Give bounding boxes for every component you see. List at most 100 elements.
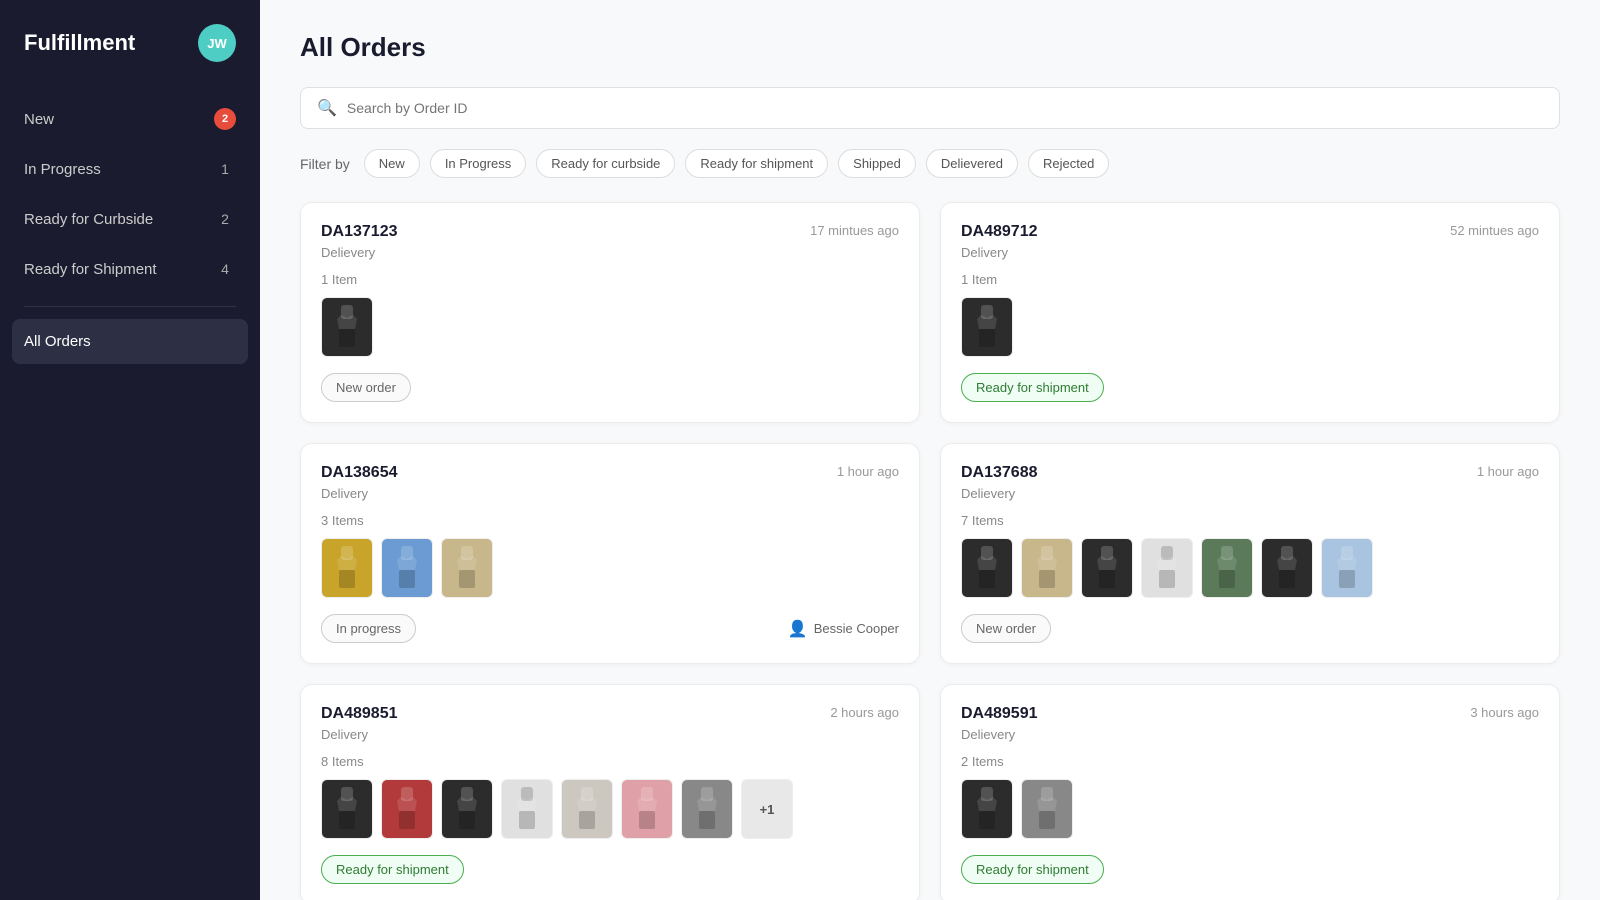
order-footer: New order xyxy=(961,614,1539,643)
order-item-image xyxy=(621,779,673,839)
order-footer: New order xyxy=(321,373,899,402)
assignee: 👤 Bessie Cooper xyxy=(788,619,899,639)
order-item-image xyxy=(1021,779,1073,839)
sidebar-item-ready-shipment-badge: 4 xyxy=(214,258,236,280)
order-images xyxy=(961,538,1539,598)
order-item-image xyxy=(1321,538,1373,598)
order-type: Delievery xyxy=(961,727,1539,742)
order-card[interactable]: DA489851 2 hours ago Delivery 8 Items xyxy=(300,684,920,900)
status-badge: New order xyxy=(961,614,1051,643)
sidebar-item-all-orders-label: All Orders xyxy=(24,333,91,350)
status-badge: Ready for shipment xyxy=(961,855,1104,884)
order-item-image xyxy=(381,538,433,598)
assignee-icon: 👤 xyxy=(788,619,808,639)
order-header: DA138654 1 hour ago xyxy=(321,464,899,482)
nav-divider xyxy=(24,306,236,307)
filter-rejected[interactable]: Rejected xyxy=(1028,149,1109,178)
order-footer: Ready for shipment xyxy=(961,855,1539,884)
order-time: 2 hours ago xyxy=(830,705,899,720)
order-time: 1 hour ago xyxy=(837,464,899,479)
order-time: 17 mintues ago xyxy=(810,223,899,238)
order-type: Delievery xyxy=(961,486,1539,501)
sidebar-header: Fulfillment JW xyxy=(0,24,260,94)
order-card[interactable]: DA489591 3 hours ago Delievery 2 Items R… xyxy=(940,684,1560,900)
filter-ready-curbside[interactable]: Ready for curbside xyxy=(536,149,675,178)
order-type: Delievery xyxy=(321,245,899,260)
sidebar-item-in-progress[interactable]: In Progress 1 xyxy=(0,144,260,194)
order-id: DA138654 xyxy=(321,464,398,482)
app-title: Fulfillment xyxy=(24,30,135,56)
sidebar-item-new-label: New xyxy=(24,111,54,128)
sidebar-item-ready-curbside-badge: 2 xyxy=(214,208,236,230)
order-item-image xyxy=(501,779,553,839)
order-images: +1 xyxy=(321,779,899,839)
order-images xyxy=(961,297,1539,357)
order-header: DA137123 17 mintues ago xyxy=(321,223,899,241)
order-items-label: 1 Item xyxy=(321,272,899,287)
order-id: DA489712 xyxy=(961,223,1038,241)
filter-new[interactable]: New xyxy=(364,149,420,178)
order-time: 3 hours ago xyxy=(1470,705,1539,720)
order-item-image xyxy=(321,779,373,839)
avatar[interactable]: JW xyxy=(198,24,236,62)
order-id: DA137688 xyxy=(961,464,1038,482)
order-images xyxy=(961,779,1539,839)
sidebar-item-ready-curbside[interactable]: Ready for Curbside 2 xyxy=(0,194,260,244)
order-time: 1 hour ago xyxy=(1477,464,1539,479)
status-badge: Ready for shipment xyxy=(961,373,1104,402)
order-card[interactable]: DA137688 1 hour ago Delievery 7 Items xyxy=(940,443,1560,664)
filter-bar: Filter by New In Progress Ready for curb… xyxy=(300,149,1560,178)
main-content: All Orders 🔍 Filter by New In Progress R… xyxy=(260,0,1600,900)
order-footer: Ready for shipment xyxy=(321,855,899,884)
order-footer: In progress 👤 Bessie Cooper xyxy=(321,614,899,643)
order-item-image xyxy=(441,538,493,598)
order-item-image xyxy=(1201,538,1253,598)
filter-in-progress[interactable]: In Progress xyxy=(430,149,526,178)
order-item-image xyxy=(1261,538,1313,598)
order-id: DA137123 xyxy=(321,223,398,241)
order-header: DA137688 1 hour ago xyxy=(961,464,1539,482)
sidebar-item-ready-curbside-label: Ready for Curbside xyxy=(24,211,153,228)
orders-grid: DA137123 17 mintues ago Delievery 1 Item… xyxy=(300,202,1560,900)
order-item-image xyxy=(961,297,1013,357)
sidebar-item-new-badge: 2 xyxy=(214,108,236,130)
status-badge: New order xyxy=(321,373,411,402)
order-type: Delivery xyxy=(321,486,899,501)
order-images xyxy=(321,297,899,357)
filter-delievered[interactable]: Delievered xyxy=(926,149,1018,178)
order-header: DA489712 52 mintues ago xyxy=(961,223,1539,241)
search-bar: 🔍 xyxy=(300,87,1560,129)
filter-ready-shipment[interactable]: Ready for shipment xyxy=(685,149,828,178)
order-item-image xyxy=(321,297,373,357)
search-input[interactable] xyxy=(347,100,1543,116)
order-images xyxy=(321,538,899,598)
order-item-image xyxy=(441,779,493,839)
order-item-image xyxy=(321,538,373,598)
order-item-image xyxy=(561,779,613,839)
order-card[interactable]: DA138654 1 hour ago Delivery 3 Items xyxy=(300,443,920,664)
order-item-image xyxy=(961,538,1013,598)
sidebar-item-ready-shipment[interactable]: Ready for Shipment 4 xyxy=(0,244,260,294)
status-badge: Ready for shipment xyxy=(321,855,464,884)
sidebar-item-in-progress-badge: 1 xyxy=(214,158,236,180)
sidebar-item-new[interactable]: New 2 xyxy=(0,94,260,144)
order-id: DA489591 xyxy=(961,705,1038,723)
order-items-more: +1 xyxy=(741,779,793,839)
filter-label: Filter by xyxy=(300,156,350,172)
order-items-label: 8 Items xyxy=(321,754,899,769)
order-type: Delivery xyxy=(321,727,899,742)
order-items-label: 3 Items xyxy=(321,513,899,528)
sidebar-item-all-orders[interactable]: All Orders xyxy=(12,319,248,364)
order-header: DA489591 3 hours ago xyxy=(961,705,1539,723)
order-item-image xyxy=(1081,538,1133,598)
order-header: DA489851 2 hours ago xyxy=(321,705,899,723)
order-item-image xyxy=(1141,538,1193,598)
sidebar: Fulfillment JW New 2 In Progress 1 Ready… xyxy=(0,0,260,900)
order-footer: Ready for shipment xyxy=(961,373,1539,402)
order-item-image xyxy=(681,779,733,839)
order-card[interactable]: DA489712 52 mintues ago Delivery 1 Item … xyxy=(940,202,1560,423)
filter-shipped[interactable]: Shipped xyxy=(838,149,916,178)
order-card[interactable]: DA137123 17 mintues ago Delievery 1 Item… xyxy=(300,202,920,423)
sidebar-item-ready-shipment-label: Ready for Shipment xyxy=(24,261,157,278)
order-item-image xyxy=(961,779,1013,839)
